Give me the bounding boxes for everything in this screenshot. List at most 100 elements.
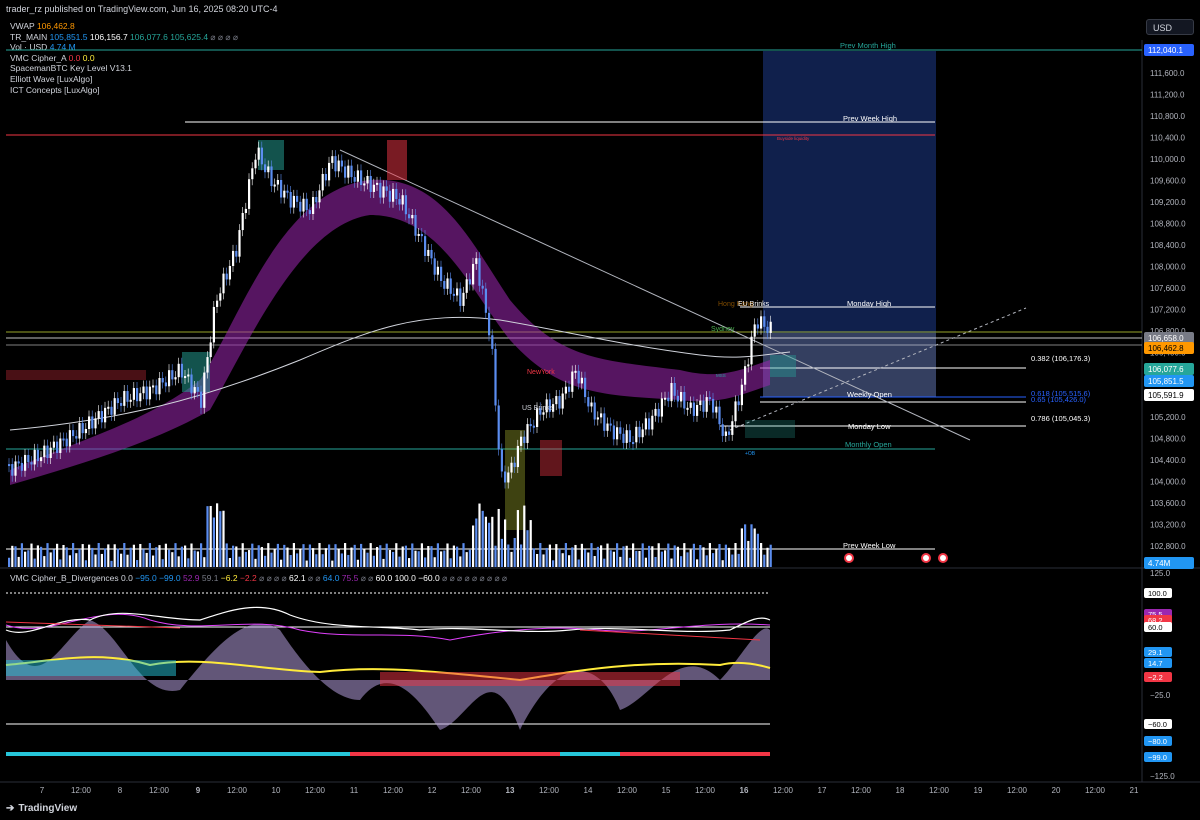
mss-box — [770, 355, 796, 377]
volume-bar — [280, 560, 282, 567]
vmcb-money-flow-area — [6, 660, 176, 676]
volume-bar — [574, 545, 576, 567]
candle — [357, 170, 359, 181]
volume-bar — [216, 503, 218, 567]
candle — [72, 430, 74, 436]
volume-bar — [190, 544, 192, 567]
vmcb-money-flow-neg — [380, 672, 680, 686]
candle — [411, 215, 413, 218]
volume-bar — [152, 556, 154, 567]
time-tick-label: 12:00 — [227, 786, 248, 795]
vmcb-legend-value: −2.2 — [240, 573, 259, 583]
volume-bar — [331, 561, 333, 567]
volume-bar — [715, 549, 717, 567]
candle — [88, 416, 90, 429]
volume-bar — [504, 519, 506, 567]
candle — [427, 250, 429, 256]
candle — [37, 450, 39, 461]
volume-bar — [306, 561, 308, 567]
ob-box-red-2 — [540, 440, 562, 476]
candle — [152, 385, 154, 387]
candle — [104, 408, 106, 422]
volume-bar — [763, 555, 765, 567]
volume-bar — [533, 548, 535, 567]
volume-bar — [712, 553, 714, 567]
candle — [146, 387, 148, 400]
volume-bar — [757, 534, 759, 567]
volume-bar — [632, 543, 634, 567]
price-tick-label: 108,400.0 — [1150, 241, 1186, 250]
volume-bar — [309, 545, 311, 567]
volume-bar — [34, 559, 36, 567]
volume-bar — [747, 541, 749, 567]
candle — [763, 316, 765, 327]
candle — [661, 398, 663, 416]
price-badge-label: 106,462.8 — [1148, 344, 1184, 353]
price-badge-label: 106,077.6 — [1148, 365, 1184, 374]
candle — [443, 281, 445, 289]
price-tick-label: 103,200.0 — [1150, 521, 1186, 530]
volume-bar — [392, 552, 394, 567]
volume-bar — [491, 517, 493, 567]
vmcb-badge-label: 60.0 — [1148, 623, 1163, 632]
volume-bar — [165, 544, 167, 567]
volume-bar — [27, 550, 29, 567]
session-box — [6, 370, 146, 380]
volume-bar — [434, 557, 436, 567]
volume-bar — [360, 544, 362, 567]
candle — [731, 421, 733, 435]
volume-bar — [459, 556, 461, 567]
newyork-label: NewYork — [527, 369, 555, 376]
candle — [670, 383, 672, 401]
candle — [533, 426, 535, 428]
candle — [210, 342, 212, 357]
candle — [517, 446, 519, 467]
volume-bar — [498, 509, 500, 567]
candle — [344, 167, 346, 178]
vmcb-legend-value: −95.0 — [135, 573, 159, 583]
candle — [574, 371, 576, 373]
candle — [603, 413, 605, 430]
volume-bar — [520, 544, 522, 567]
candle — [43, 446, 45, 458]
candle — [456, 288, 458, 295]
candle — [472, 264, 474, 285]
volume-bar — [264, 556, 266, 567]
chart-canvas[interactable]: Prev Month High Prev Week High Buyside l… — [0, 0, 1200, 820]
ob-box-green — [182, 352, 210, 392]
candle — [674, 383, 676, 396]
time-tick-label: 12:00 — [929, 786, 950, 795]
volume-bar — [590, 543, 592, 567]
volume-bar — [642, 543, 644, 567]
candle — [219, 293, 221, 300]
volume-bar — [274, 549, 276, 567]
volume-bar — [539, 543, 541, 567]
time-tick-label: 8 — [118, 786, 123, 795]
tradingview-logo[interactable]: ➔ TradingView — [6, 803, 77, 814]
volume-bar — [462, 543, 464, 567]
candle — [347, 166, 349, 178]
volume-bar — [142, 549, 144, 567]
candle — [280, 180, 282, 198]
volume-bar — [66, 547, 68, 567]
time-tick-label: 12:00 — [695, 786, 716, 795]
volume-bar — [149, 543, 151, 567]
volume-bar — [478, 504, 480, 567]
price-tick-label: 102,800.0 — [1150, 542, 1186, 551]
volume-bar — [251, 544, 253, 567]
volume-bar — [123, 543, 125, 567]
time-tick-label: 12:00 — [305, 786, 326, 795]
volume-bar — [382, 559, 384, 567]
vmcb-badge-label: −2.2 — [1148, 673, 1163, 682]
volume-bar — [53, 550, 55, 567]
candle — [226, 274, 228, 280]
vmcb-badge-label: −99.0 — [1148, 753, 1167, 762]
volume-bar — [296, 553, 298, 567]
volume-bar — [133, 545, 135, 567]
volume-bar — [37, 545, 39, 567]
monthly-open-label: Monthly Open — [845, 440, 892, 449]
vmcb-legend-value: −99.0 — [159, 573, 183, 583]
candle — [24, 455, 26, 471]
candle — [309, 210, 311, 214]
candle — [578, 371, 580, 384]
